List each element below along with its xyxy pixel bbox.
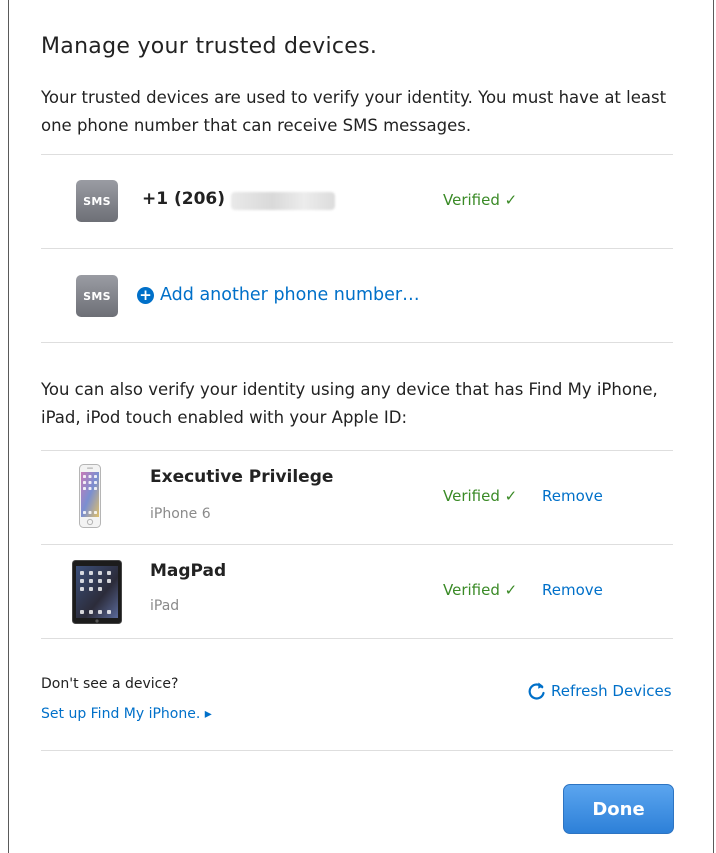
iphone-icon [79, 464, 101, 528]
refresh-icon [528, 682, 545, 700]
remove-device-button[interactable]: Remove [542, 581, 603, 599]
device-verified-status: Verified ✓ [443, 581, 518, 599]
sms-icon: SMS [76, 180, 118, 222]
divider [41, 750, 673, 751]
refresh-devices-label: Refresh Devices [551, 682, 672, 700]
remove-device-button[interactable]: Remove [542, 487, 603, 505]
done-button[interactable]: Done [563, 784, 674, 834]
divider [41, 544, 673, 545]
intro-text: Your trusted devices are used to verify … [41, 88, 667, 135]
divider [41, 342, 673, 343]
add-phone-label: Add another phone number… [160, 285, 420, 305]
setup-find-my-iphone-link[interactable]: Set up Find My iPhone. ▸ [41, 706, 212, 722]
page-title: Manage your trusted devices. [41, 34, 378, 59]
phone-number: +1 (206) [142, 189, 226, 209]
ipad-icon [72, 560, 122, 624]
redacted-number [231, 192, 335, 210]
divider [41, 154, 673, 155]
device-name: Executive Privilege [150, 467, 334, 487]
refresh-devices-button[interactable]: Refresh Devices [527, 681, 672, 701]
device-name: MagPad [150, 561, 227, 581]
sms-icon: SMS [76, 275, 118, 317]
divider [41, 248, 673, 249]
dont-see-device-text: Don't see a device? [41, 676, 179, 692]
plus-circle-icon: + [137, 286, 154, 304]
divider [41, 638, 673, 639]
device-model: iPhone 6 [150, 506, 211, 522]
sms-icon-label: SMS [83, 289, 111, 303]
add-phone-link[interactable]: + Add another phone number… [137, 285, 420, 305]
device-verified-status: Verified ✓ [443, 487, 518, 505]
sms-icon-label: SMS [83, 194, 111, 208]
phone-verified-status: Verified ✓ [443, 191, 518, 209]
device-model: iPad [150, 598, 180, 614]
find-my-text: You can also verify your identity using … [41, 380, 658, 427]
divider [41, 450, 673, 451]
